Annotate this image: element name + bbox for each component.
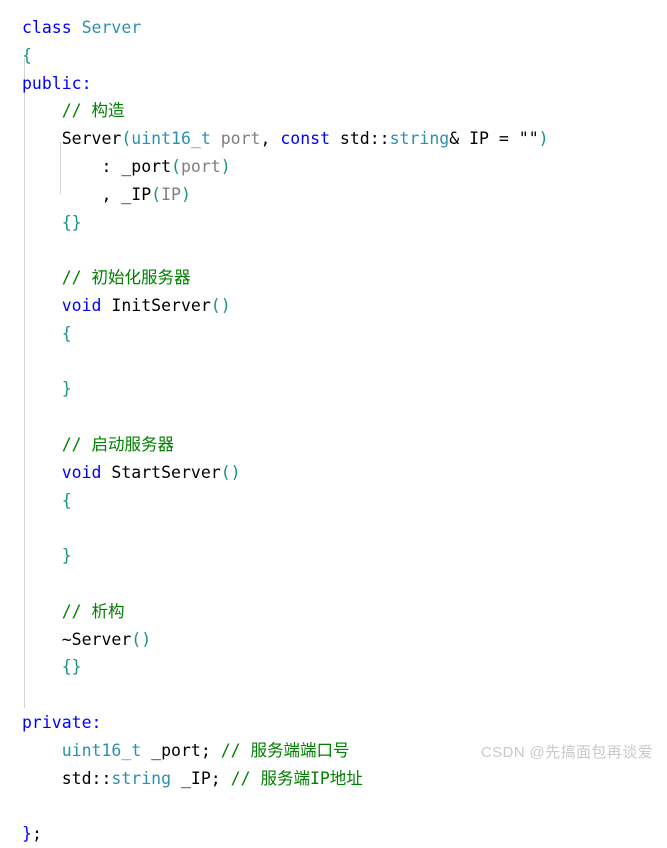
code-line-21-blank[interactable] (0, 570, 667, 598)
code-line-2[interactable]: { (0, 42, 667, 70)
token-ctor-name: Server (61, 129, 122, 149)
token-paren-open: ( (151, 184, 162, 204)
code-surface[interactable]: class Server { public: // 构造 Server(uint… (0, 0, 667, 843)
token-member-ip-decl: _IP; (171, 768, 231, 788)
token-paren-open: ( (171, 156, 181, 176)
code-line-28[interactable]: std::string _IP; // 服务端IP地址 (0, 765, 667, 793)
token-type-string: string (111, 768, 172, 788)
token-init-comma: , (101, 184, 122, 204)
token-empty-body-braces: {} (61, 212, 82, 232)
token-brace-close: } (61, 379, 72, 399)
token-arg-port: port (180, 156, 221, 176)
token-default-empty-string: "" (518, 129, 539, 149)
token-keyword-void: void (61, 295, 102, 315)
token-member-port: _port (121, 156, 172, 176)
token-comment-destructor: // 析构 (61, 601, 125, 621)
token-brace-open: { (22, 45, 32, 65)
token-paren-close: ) (538, 129, 549, 149)
code-line-29-blank[interactable] (0, 792, 667, 820)
code-line-14[interactable]: } (0, 375, 667, 403)
code-line-11[interactable]: void InitServer() (0, 292, 667, 320)
token-paren-close: ) (230, 462, 241, 482)
token-paren-open: ( (121, 129, 132, 149)
token-brace-open: { (61, 323, 72, 343)
token-comment-port: // 服务端端口号 (220, 740, 350, 760)
token-brace-close: } (61, 546, 72, 566)
token-paren-close: ) (180, 184, 191, 204)
token-empty-body-braces: {} (61, 657, 82, 677)
code-line-13-blank[interactable] (0, 348, 667, 376)
token-comment-constructor: // 构造 (61, 101, 125, 121)
csdn-watermark: CSDN @先搞面包再谈爱 (480, 744, 653, 761)
code-line-3[interactable]: public: (0, 70, 667, 98)
token-member-ip: _IP (121, 184, 152, 204)
code-line-10[interactable]: // 初始化服务器 (0, 264, 667, 292)
code-line-5[interactable]: Server(uint16_t port, const std::string&… (0, 125, 667, 153)
token-member-port-decl: _port; (141, 740, 221, 760)
token-keyword-class: class (22, 18, 72, 37)
token-namespace-std: std:: (61, 768, 112, 788)
token-type-uint16t: uint16_t (131, 129, 211, 149)
token-method-initserver: InitServer (101, 295, 211, 315)
code-line-24[interactable]: {} (0, 653, 667, 681)
code-line-16[interactable]: // 启动服务器 (0, 431, 667, 459)
token-method-startserver: StartServer (101, 462, 221, 482)
token-comment-ip: // 服务端IP地址 (230, 768, 363, 788)
token-access-private: private: (22, 712, 102, 732)
token-paren-open: ( (220, 462, 231, 482)
code-line-18[interactable]: { (0, 487, 667, 515)
token-paren-close: ) (220, 295, 231, 315)
code-line-12[interactable]: { (0, 320, 667, 348)
token-semicolon: ; (31, 824, 42, 844)
code-line-8[interactable]: {} (0, 209, 667, 237)
token-type-uint16t: uint16_t (61, 740, 142, 760)
code-line-30[interactable]: }; (0, 820, 667, 848)
token-type-string: string (389, 129, 450, 149)
code-line-7[interactable]: , _IP(IP) (0, 181, 667, 209)
token-paren-close: ) (220, 156, 231, 176)
token-comment-init-server: // 初始化服务器 (61, 268, 191, 288)
token-brace-close-class: } (22, 824, 32, 844)
token-paren-open: ( (210, 295, 221, 315)
token-paren-close: ) (141, 629, 152, 649)
code-line-19-blank[interactable] (0, 514, 667, 542)
code-line-23[interactable]: ~Server() (0, 626, 667, 654)
code-line-17[interactable]: void StartServer() (0, 459, 667, 487)
token-param-ip: & IP = (449, 129, 519, 149)
token-param-port: port (210, 129, 261, 149)
code-line-22[interactable]: // 析构 (0, 598, 667, 626)
code-line-15-blank[interactable] (0, 403, 667, 431)
code-viewer[interactable]: class Server { public: // 构造 Server(uint… (0, 0, 667, 843)
code-line-4[interactable]: // 构造 (0, 97, 667, 125)
code-line-20[interactable]: } (0, 542, 667, 570)
token-paren-open: ( (131, 629, 142, 649)
code-line-9-blank[interactable] (0, 236, 667, 264)
token-arg-ip: IP (161, 184, 181, 204)
token-namespace-std: std:: (330, 129, 390, 149)
code-line-25-blank[interactable] (0, 681, 667, 709)
token-init-colon: : (101, 156, 122, 176)
code-line-26[interactable]: private: (0, 709, 667, 737)
token-keyword-const: const (280, 129, 330, 149)
token-comma: , (260, 129, 281, 149)
token-comment-start-server: // 启动服务器 (61, 434, 175, 454)
token-dtor-name: ~Server (61, 629, 132, 649)
code-line-1[interactable]: class Server (0, 14, 667, 42)
token-access-public: public: (22, 73, 92, 93)
token-keyword-void: void (61, 462, 102, 482)
code-line-6[interactable]: : _port(port) (0, 153, 667, 181)
token-brace-open: { (61, 490, 72, 510)
token-type-server: Server (81, 18, 142, 37)
